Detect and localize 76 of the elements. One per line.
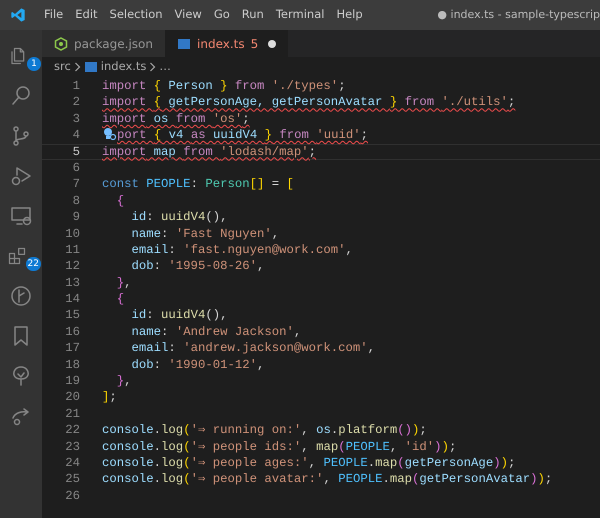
line-number: 8: [72, 192, 80, 210]
menu-item[interactable]: File: [38, 6, 70, 24]
count-badge: 1: [27, 57, 41, 71]
code-line: port { v4 as uuidV4 } from 'uuid';: [117, 127, 368, 144]
code-line: console.log('⇒ people ids:', map(PEOPLE, 'id'));: [102, 438, 456, 455]
code-line: import map from 'lodash/map';: [102, 144, 316, 160]
line-number: 22: [64, 422, 80, 439]
window-title: ● index.ts - sample-typescrip: [437, 6, 600, 23]
line-number: 19: [64, 373, 80, 390]
line-number: 25: [64, 471, 80, 488]
line-number: 2: [72, 94, 80, 111]
line-number: 24: [64, 454, 80, 472]
line-number: 23: [64, 438, 80, 455]
code-line: dob: '1995-08-26',: [130, 258, 264, 275]
problem-count: 5: [250, 36, 258, 52]
code-line: console.log('⇒ running on:', os.platform());: [102, 422, 427, 439]
line-number: 4: [72, 127, 80, 144]
code-line: },: [116, 373, 132, 390]
line-number: 5: [72, 144, 80, 160]
menu-item[interactable]: Go: [208, 6, 236, 24]
file-type-icon: [177, 36, 192, 50]
line-number: 21: [64, 406, 80, 422]
breadcrumb-item[interactable]: src: [54, 58, 71, 76]
menu-item[interactable]: Edit: [69, 6, 104, 24]
code-line: dob: '1990-01-12',: [130, 356, 264, 374]
code-line: console.log('⇒ people avatar:', PEOPLE.map(getPersonAvatar));: [102, 471, 552, 488]
app-logo-icon: [10, 7, 26, 23]
hexagon-icon: [54, 36, 68, 50]
code-line: email: 'fast.nguyen@work.com',: [130, 242, 353, 258]
editor-tab[interactable]: index.ts 5: [165, 30, 288, 57]
menu-item[interactable]: Terminal: [270, 6, 330, 24]
line-number: 18: [64, 356, 80, 374]
line-number: 9: [72, 209, 80, 226]
menu-item[interactable]: Help: [330, 6, 369, 24]
line-number: 16: [64, 324, 80, 340]
line-number: 13: [64, 274, 80, 292]
code-line: name: 'Fast Nguyen',: [130, 226, 280, 242]
line-number: 26: [64, 488, 80, 504]
menu-item[interactable]: Selection: [104, 6, 169, 24]
code-line: import { Person } from './types';: [102, 78, 346, 94]
code-line: const PEOPLE: Person[] = [: [102, 176, 294, 193]
line-number: 15: [64, 307, 80, 324]
code-line: name: 'Andrew Jackson',: [130, 324, 302, 340]
line-number: 6: [72, 160, 80, 176]
code-line: email: 'andrew.jackson@work.com',: [130, 340, 376, 357]
file-type-icon: [84, 60, 98, 74]
line-number: 7: [72, 176, 80, 193]
unsaved-dot-icon[interactable]: [268, 40, 276, 48]
menu-item[interactable]: Run: [236, 6, 270, 24]
chevron-icon: [149, 62, 156, 72]
line-number: 10: [64, 226, 80, 242]
breadcrumb-item[interactable]: …: [159, 58, 171, 76]
code-line: ];: [102, 389, 117, 406]
line-number: 1: [72, 78, 80, 94]
editor-tab[interactable]: package.json: [42, 30, 166, 57]
lightbulb-icon[interactable]: [102, 127, 117, 142]
menu-item[interactable]: View: [168, 6, 208, 24]
breadcrumb-item[interactable]: index.ts: [100, 58, 146, 76]
code-line: {: [116, 291, 124, 308]
line-number: 11: [64, 242, 80, 258]
line-number: 12: [64, 258, 80, 275]
code-line: {: [116, 192, 124, 210]
chevron-icon: [74, 62, 81, 72]
line-number: 20: [64, 389, 80, 406]
line-number: 17: [64, 340, 80, 357]
code-line: id: uuidV4(),: [130, 307, 228, 324]
code-line: import { getPersonAge, getPersonAvatar } from './utils';: [102, 94, 516, 111]
code-line: },: [116, 274, 132, 292]
blocks-icon[interactable]: [7, 246, 27, 266]
code-line: id: uuidV4(),: [130, 209, 228, 226]
graph-icon[interactable]: [9, 284, 33, 308]
code-line: import os from 'os';: [102, 110, 250, 128]
code-line: console.log('⇒ people ages:', PEOPLE.map(getPersonAge));: [102, 454, 516, 472]
line-number: 3: [72, 110, 80, 128]
count-badge: 22: [26, 257, 41, 271]
line-number: 14: [64, 291, 80, 308]
